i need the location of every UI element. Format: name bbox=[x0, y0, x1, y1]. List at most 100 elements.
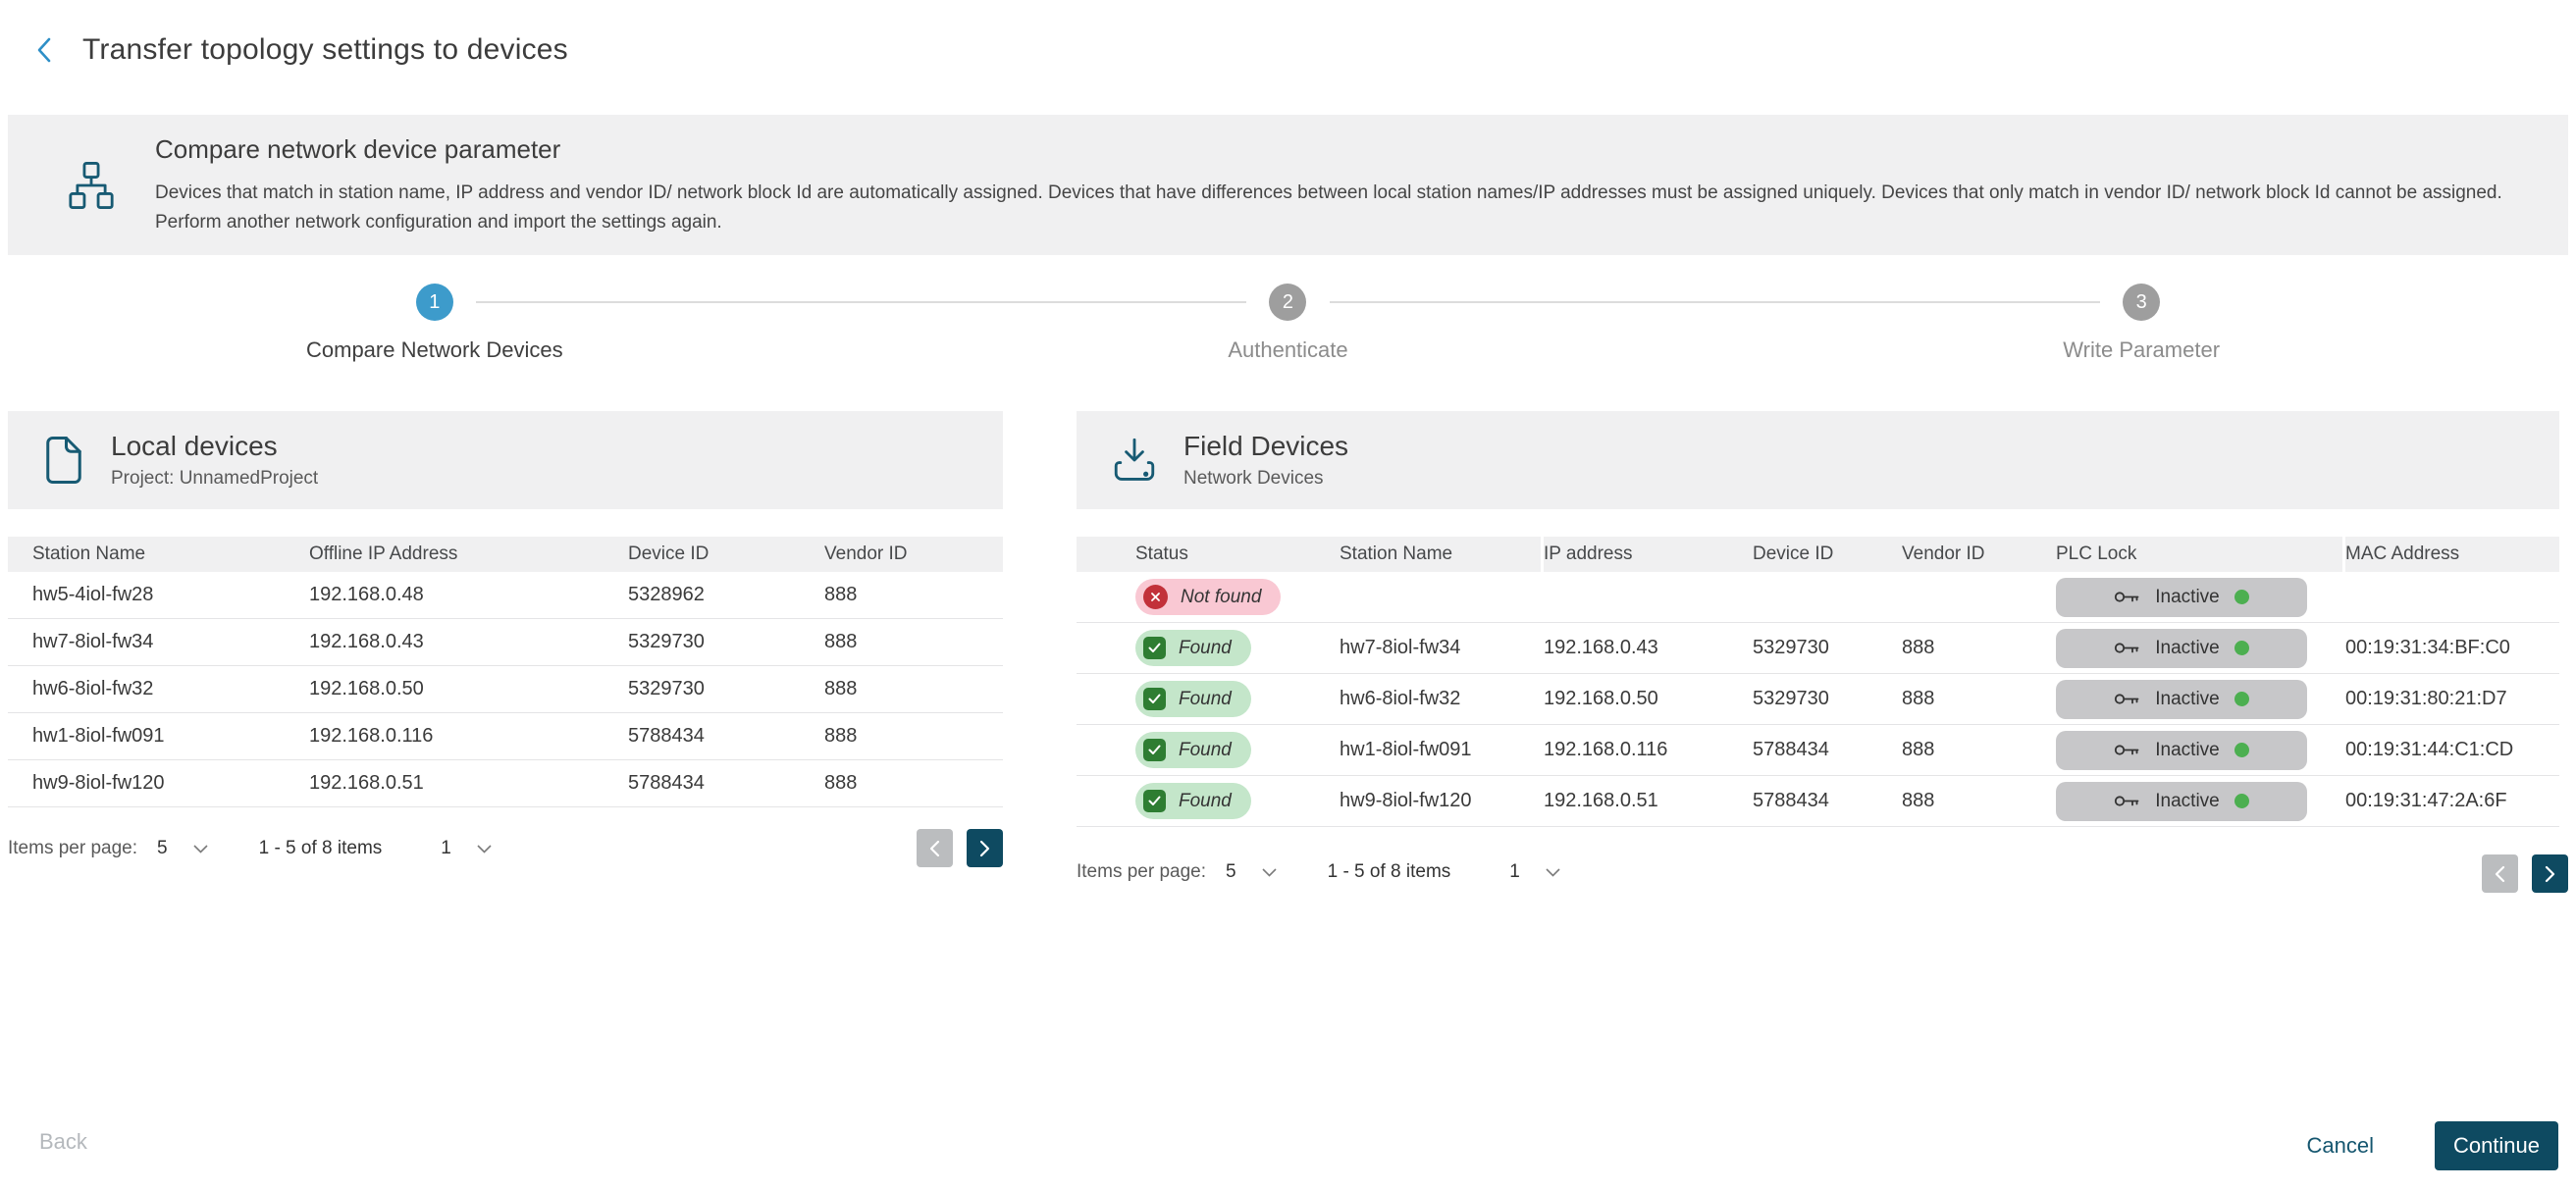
cell-mac: 00:19:31:80:21:D7 bbox=[2345, 688, 2559, 710]
cell-ip: 192.168.0.51 bbox=[1544, 790, 1753, 812]
items-per-page-label: Items per page: bbox=[8, 838, 137, 859]
status-label: Found bbox=[1179, 740, 1232, 761]
cell-device-id: 5329730 bbox=[628, 678, 824, 700]
plc-lock-toggle[interactable]: Inactive bbox=[2056, 680, 2307, 719]
plc-lock-toggle[interactable]: Inactive bbox=[2056, 629, 2307, 668]
page-number-value[interactable]: 1 bbox=[441, 838, 451, 859]
column-header: Station Name bbox=[1340, 543, 1544, 565]
cell-ip: 192.168.0.116 bbox=[1544, 739, 1753, 761]
field-pagination: Items per page: 5 1 - 5 of 8 items 1 bbox=[1077, 853, 2559, 892]
step-number-badge: 3 bbox=[2123, 284, 2160, 321]
status-dot bbox=[2234, 590, 2249, 604]
cell-ip: 192.168.0.50 bbox=[309, 678, 628, 700]
cell-station: hw1-8iol-fw091 bbox=[1340, 739, 1544, 761]
status-label: Not found bbox=[1181, 587, 1261, 608]
table-row[interactable]: Found hw6-8iol-fw32 192.168.0.50 5329730… bbox=[1077, 674, 2559, 725]
back-chevron-icon[interactable] bbox=[29, 32, 59, 68]
column-separator bbox=[2342, 537, 2345, 572]
table-row[interactable]: Found hw9-8iol-fw120 192.168.0.51 578843… bbox=[1077, 776, 2559, 827]
table-row[interactable]: hw5-4iol-fw28 192.168.0.48 5328962 888 bbox=[8, 572, 1003, 619]
cancel-button[interactable]: Cancel bbox=[2307, 1133, 2374, 1159]
step-compare-network-devices[interactable]: 1 Compare Network Devices bbox=[8, 284, 862, 382]
stepper-connector bbox=[476, 301, 1247, 303]
cell-ip: 192.168.0.43 bbox=[309, 631, 628, 653]
plc-lock-label: Inactive bbox=[2155, 689, 2219, 710]
plc-lock-label: Inactive bbox=[2155, 791, 2219, 812]
step-authenticate[interactable]: 2 Authenticate bbox=[862, 284, 1715, 382]
plc-lock-toggle[interactable]: Inactive bbox=[2056, 578, 2307, 617]
prev-page-button[interactable] bbox=[917, 829, 953, 867]
page-header: Transfer topology settings to devices bbox=[29, 27, 568, 73]
step-write-parameter[interactable]: 3 Write Parameter bbox=[1714, 284, 2568, 382]
plc-lock-toggle[interactable]: Inactive bbox=[2056, 731, 2307, 770]
step-number-badge: 2 bbox=[1269, 284, 1306, 321]
continue-button[interactable]: Continue bbox=[2435, 1121, 2558, 1170]
prev-page-button[interactable] bbox=[2482, 854, 2518, 893]
cell-station: hw7-8iol-fw34 bbox=[1340, 637, 1544, 659]
cell-ip: 192.168.0.51 bbox=[309, 772, 628, 795]
cell-ip: 192.168.0.50 bbox=[1544, 688, 1753, 710]
error-x-icon bbox=[1143, 585, 1168, 609]
status-badge-not-found: Not found bbox=[1135, 579, 1281, 615]
status-dot bbox=[2234, 794, 2249, 808]
status-badge-found: Found bbox=[1135, 783, 1251, 819]
cell-vendor-id: 888 bbox=[824, 584, 1027, 606]
banner-description: Devices that match in station name, IP a… bbox=[155, 179, 2520, 237]
page-size-value[interactable]: 5 bbox=[157, 838, 168, 859]
plc-lock-toggle[interactable]: Inactive bbox=[2056, 782, 2307, 821]
next-page-button[interactable] bbox=[967, 829, 1003, 867]
local-devices-header: Local devices Project: UnnamedProject bbox=[8, 411, 1003, 509]
panel-title: Field Devices bbox=[1183, 431, 1348, 462]
check-icon bbox=[1143, 637, 1166, 659]
plc-lock-label: Inactive bbox=[2155, 638, 2219, 659]
status-badge-found: Found bbox=[1135, 681, 1251, 717]
status-label: Found bbox=[1179, 791, 1232, 812]
status-dot bbox=[2234, 641, 2249, 655]
table-row[interactable]: hw1-8iol-fw091 192.168.0.116 5788434 888 bbox=[8, 713, 1003, 760]
back-button[interactable]: Back bbox=[39, 1129, 87, 1155]
step-label: Authenticate bbox=[1228, 337, 1347, 363]
download-tray-icon bbox=[1113, 437, 1156, 484]
column-header: MAC Address bbox=[2345, 543, 2559, 565]
status-dot bbox=[2234, 743, 2249, 757]
field-devices-header: Field Devices Network Devices bbox=[1077, 411, 2559, 509]
table-row[interactable]: Found hw1-8iol-fw091 192.168.0.116 57884… bbox=[1077, 725, 2559, 776]
cell-vendor-id: 888 bbox=[824, 725, 1027, 748]
cell-mac: 00:19:31:44:C1:CD bbox=[2345, 739, 2559, 761]
check-icon bbox=[1143, 739, 1166, 761]
local-pagination: Items per page: 5 1 - 5 of 8 items 1 bbox=[8, 829, 1003, 868]
plc-lock-label: Inactive bbox=[2155, 587, 2219, 608]
page-number-value[interactable]: 1 bbox=[1509, 861, 1520, 883]
document-icon bbox=[44, 436, 83, 485]
banner-title: Compare network device parameter bbox=[155, 134, 2520, 165]
page-number-chevron-icon[interactable] bbox=[477, 845, 492, 854]
page-size-chevron-icon[interactable] bbox=[1262, 868, 1277, 877]
column-header: Station Name bbox=[32, 543, 309, 565]
table-row[interactable]: hw6-8iol-fw32 192.168.0.50 5329730 888 bbox=[8, 666, 1003, 713]
table-row[interactable]: Not found Inactive bbox=[1077, 572, 2559, 623]
status-dot bbox=[2234, 692, 2249, 706]
panel-title: Local devices bbox=[111, 431, 318, 462]
topology-icon bbox=[69, 162, 114, 209]
page-size-chevron-icon[interactable] bbox=[193, 845, 208, 854]
cell-station: hw6-8iol-fw32 bbox=[1340, 688, 1544, 710]
cell-ip: 192.168.0.43 bbox=[1544, 637, 1753, 659]
info-banner: Compare network device parameter Devices… bbox=[8, 115, 2568, 255]
table-row[interactable]: Found hw7-8iol-fw34 192.168.0.43 5329730… bbox=[1077, 623, 2559, 674]
step-label: Write Parameter bbox=[2063, 337, 2220, 363]
page-size-value[interactable]: 5 bbox=[1226, 861, 1236, 883]
local-devices-panel: Local devices Project: UnnamedProject St… bbox=[8, 411, 1003, 868]
cell-ip: 192.168.0.48 bbox=[309, 584, 628, 606]
page-title: Transfer topology settings to devices bbox=[82, 33, 568, 67]
table-row[interactable]: hw7-8iol-fw34 192.168.0.43 5329730 888 bbox=[8, 619, 1003, 666]
page-number-chevron-icon[interactable] bbox=[1546, 868, 1560, 877]
table-row[interactable]: hw9-8iol-fw120 192.168.0.51 5788434 888 bbox=[8, 760, 1003, 807]
column-header: Vendor ID bbox=[824, 543, 1027, 565]
status-badge-found: Found bbox=[1135, 732, 1251, 768]
cell-device-id: 5329730 bbox=[1753, 637, 1902, 659]
cell-vendor-id: 888 bbox=[824, 772, 1027, 795]
cell-mac: 00:19:31:34:BF:C0 bbox=[2345, 637, 2559, 659]
next-page-button[interactable] bbox=[2532, 854, 2568, 893]
range-label: 1 - 5 of 8 items bbox=[1328, 861, 1451, 883]
cell-station: hw9-8iol-fw120 bbox=[1340, 790, 1544, 812]
